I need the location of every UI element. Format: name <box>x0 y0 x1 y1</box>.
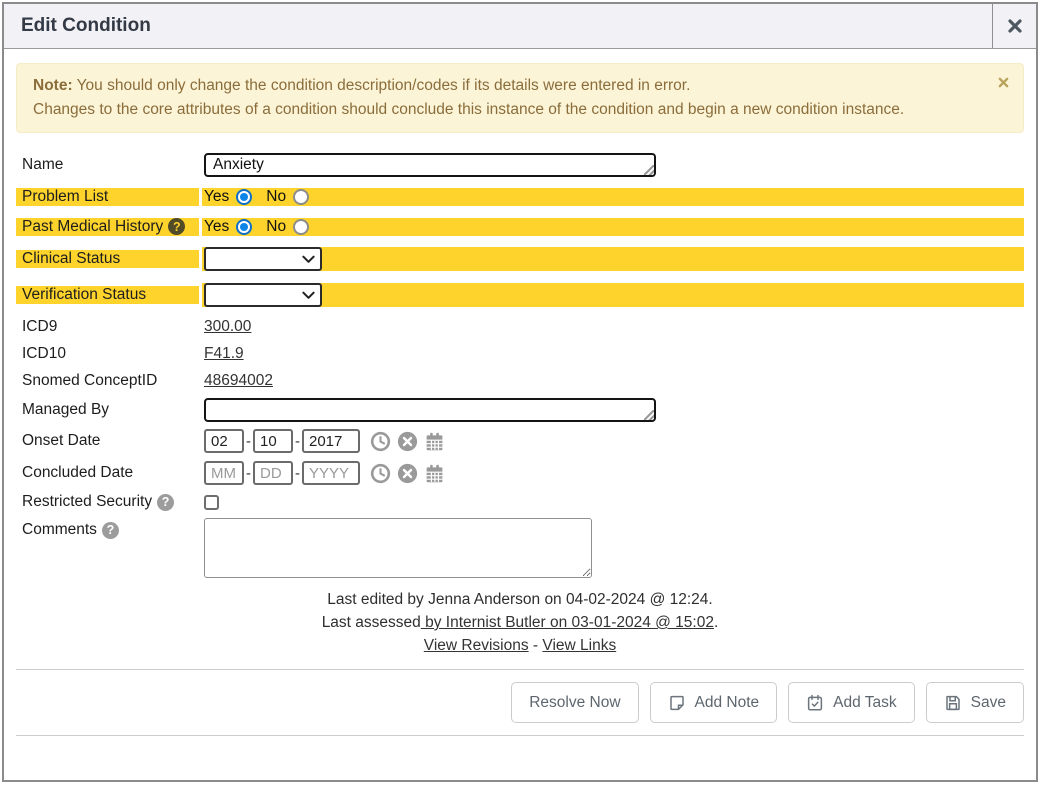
clear-date-icon[interactable] <box>397 431 418 452</box>
comments-label: Comments ? <box>16 518 199 539</box>
snomed-row: Snomed ConceptID 48694002 <box>16 369 1024 393</box>
banner-dismiss-icon[interactable] <box>998 77 1009 88</box>
add-task-button[interactable]: Add Task <box>788 682 914 723</box>
managed-by-label: Managed By <box>16 401 199 419</box>
icd10-code-link[interactable]: F41.9 <box>204 345 244 363</box>
view-links-link[interactable]: View Links <box>542 637 616 654</box>
verification-status-row: Verification Status <box>16 279 1024 311</box>
calendar-icon[interactable] <box>424 431 445 452</box>
onset-month-input[interactable] <box>204 429 244 453</box>
problem-list-no-label: No <box>266 188 286 206</box>
concluded-month-input[interactable] <box>204 461 244 485</box>
note-line-1: Note: You should only change the conditi… <box>33 74 983 98</box>
revision-links: View Revisions - View Links <box>16 637 1024 655</box>
clock-icon[interactable] <box>370 463 391 484</box>
save-icon <box>944 694 962 712</box>
last-edited-text: Last edited by Jenna Anderson on 04-02-2… <box>16 588 1024 611</box>
help-icon[interactable]: ? <box>157 494 174 511</box>
icd9-row: ICD9 300.00 <box>16 315 1024 339</box>
divider <box>16 669 1024 670</box>
past-medical-history-row: Past Medical History ? Yes No <box>16 213 1024 240</box>
dialog-header: Edit Condition <box>4 4 1036 49</box>
help-icon[interactable]: ? <box>168 218 185 235</box>
icd10-label: ICD10 <box>16 345 199 363</box>
verification-status-select[interactable] <box>204 283 322 307</box>
add-note-button[interactable]: Add Note <box>650 682 778 723</box>
problem-list-row: Problem List Yes No <box>16 183 1024 210</box>
note-label: Note: <box>33 77 73 94</box>
verification-status-label: Verification Status <box>16 286 199 304</box>
restricted-security-row: Restricted Security ? <box>16 490 1024 514</box>
past-medical-history-label: Past Medical History ? <box>16 218 199 236</box>
pmh-yes-radio[interactable] <box>236 219 252 235</box>
managed-by-row: Managed By <box>16 396 1024 424</box>
pmh-no-label: No <box>266 218 286 236</box>
clinical-status-select[interactable] <box>204 247 322 271</box>
note-icon <box>668 694 686 712</box>
clinical-status-row: Clinical Status <box>16 243 1024 275</box>
chevron-down-icon <box>302 291 315 300</box>
managed-by-input[interactable] <box>204 398 656 422</box>
snomed-label: Snomed ConceptID <box>16 372 199 390</box>
snomed-code-link[interactable]: 48694002 <box>204 372 273 390</box>
onset-year-input[interactable] <box>302 429 360 453</box>
problem-list-no-radio[interactable] <box>293 189 309 205</box>
divider <box>16 735 1024 736</box>
note-banner: Note: You should only change the conditi… <box>16 63 1024 133</box>
task-calendar-icon <box>806 694 824 712</box>
last-assessed-link[interactable]: by Internist Butler on 03-01-2024 @ 15:0… <box>421 614 714 631</box>
problem-list-yes-radio[interactable] <box>236 189 252 205</box>
problem-list-yes-label: Yes <box>204 188 229 206</box>
chevron-down-icon <box>302 255 315 264</box>
pmh-no-radio[interactable] <box>293 219 309 235</box>
concluded-day-input[interactable] <box>253 461 293 485</box>
edit-condition-dialog: Edit Condition Note: You should only cha… <box>2 2 1038 782</box>
restricted-security-checkbox[interactable] <box>204 495 219 510</box>
name-input[interactable] <box>204 153 656 177</box>
restricted-security-label: Restricted Security ? <box>16 493 199 511</box>
dialog-body: Note: You should only change the conditi… <box>4 49 1036 736</box>
onset-day-input[interactable] <box>253 429 293 453</box>
clear-date-icon[interactable] <box>397 463 418 484</box>
name-label: Name <box>16 156 199 174</box>
problem-list-label: Problem List <box>16 188 199 206</box>
close-icon <box>1007 18 1023 34</box>
comments-textarea[interactable] <box>204 518 592 578</box>
resolve-now-button[interactable]: Resolve Now <box>511 682 638 723</box>
icd10-row: ICD10 F41.9 <box>16 342 1024 366</box>
icd9-label: ICD9 <box>16 318 199 336</box>
comments-row: Comments ? <box>16 518 1024 578</box>
clinical-status-label: Clinical Status <box>16 250 199 268</box>
save-button[interactable]: Save <box>926 682 1024 723</box>
onset-date-row: Onset Date - - <box>16 426 1024 456</box>
view-revisions-link[interactable]: View Revisions <box>424 637 529 654</box>
concluded-year-input[interactable] <box>302 461 360 485</box>
pmh-yes-label: Yes <box>204 218 229 236</box>
concluded-date-row: Concluded Date - - <box>16 458 1024 488</box>
note-line-2: Changes to the core attributes of a cond… <box>33 98 983 122</box>
icd9-code-link[interactable]: 300.00 <box>204 318 251 336</box>
dialog-close-button[interactable] <box>992 4 1036 48</box>
calendar-icon[interactable] <box>424 463 445 484</box>
last-assessed-text: Last assessed by Internist Butler on 03-… <box>16 611 1024 634</box>
name-row: Name <box>16 150 1024 180</box>
concluded-date-label: Concluded Date <box>16 464 199 482</box>
dialog-title: Edit Condition <box>4 15 151 37</box>
audit-info: Last edited by Jenna Anderson on 04-02-2… <box>16 588 1024 634</box>
onset-date-label: Onset Date <box>16 432 199 450</box>
help-icon[interactable]: ? <box>102 522 119 539</box>
clock-icon[interactable] <box>370 431 391 452</box>
action-buttons: Resolve Now Add Note Add Task Save <box>16 682 1024 723</box>
